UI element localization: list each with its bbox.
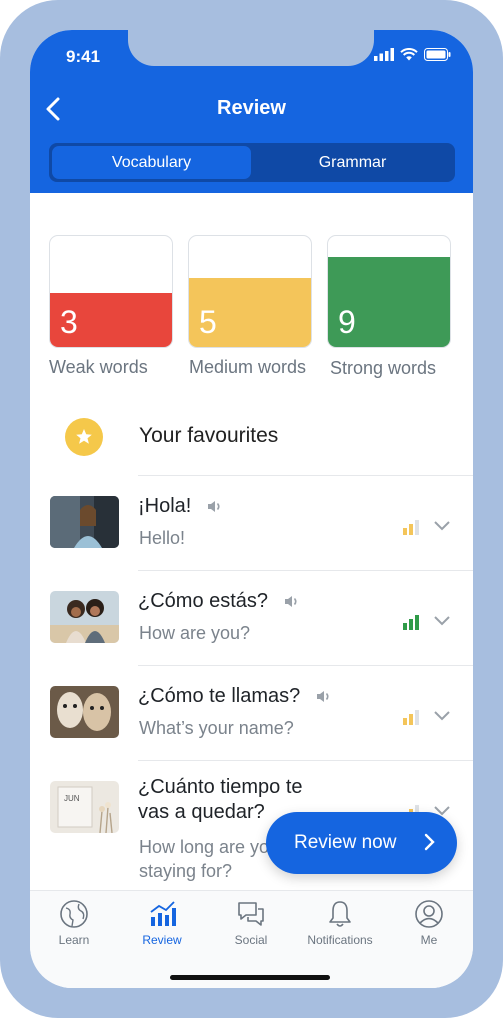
phrase-spanish: ¡Hola! [138,494,358,519]
battery-icon [424,48,451,61]
tab-vocabulary[interactable]: Vocabulary [52,146,251,179]
bar-chart-icon [150,901,176,926]
star-icon [65,418,103,456]
chat-icon [238,902,264,926]
strength-indicator [403,709,421,725]
medium-words-count: 5 [199,304,217,340]
nav-notifications-label: Notifications [307,933,373,947]
favourites-row[interactable]: Your favourites [30,410,473,475]
phrase-row-hola[interactable]: ¡Hola! Hello! [30,476,473,571]
weak-words-label: Weak words [49,357,148,377]
nav-learn[interactable]: Learn [30,899,118,947]
favourites-label: Your favourites [139,424,279,447]
home-indicator[interactable] [170,975,330,980]
tab-grammar[interactable]: Grammar [253,146,452,179]
nav-me[interactable]: Me [385,899,473,947]
chevron-down-icon[interactable] [433,615,451,627]
speaker-icon[interactable] [207,500,223,513]
medium-words-card[interactable]: 5 [188,235,312,348]
phrase-english: What’s your name? [139,718,294,738]
nav-learn-label: Learn [58,933,90,947]
nav-review[interactable]: Review [118,899,206,947]
device-notch [128,30,374,66]
speaker-icon[interactable] [284,595,300,608]
strength-indicator [403,519,421,535]
bell-icon [329,901,351,927]
segmented-control: Vocabulary Grammar [49,143,455,182]
strong-words-label: Strong words [330,358,437,378]
review-now-button[interactable]: Review now [266,812,457,874]
phrase-thumbnail-hola [50,496,119,548]
globe-icon [60,900,88,928]
chevron-right-icon [424,833,435,851]
phrase-spanish: ¿Cómo te llamas? [138,684,358,709]
strength-indicator [403,614,421,630]
status-icons [374,48,451,61]
weak-words-card[interactable]: 3 [49,235,173,348]
nav-social-label: Social [234,933,268,947]
phrase-spanish: ¿Cómo estás? [138,589,358,614]
nav-social[interactable]: Social [207,899,295,947]
phrase-thumbnail-como-estas [50,591,119,643]
weak-words-count: 3 [60,304,78,340]
speaker-icon[interactable] [316,690,332,703]
status-time: 9:41 [66,47,101,66]
phrase-thumbnail-cuanto-tiempo: JUN [50,781,119,833]
chevron-down-icon[interactable] [433,710,451,722]
nav-review-label: Review [142,933,182,947]
nav-notifications[interactable]: Notifications [296,899,384,947]
chevron-down-icon[interactable] [433,520,451,532]
app-screen: 9:41 Review Vocabulary Grammar 3 Weak wo… [30,30,473,988]
phrase-english: Hello! [139,528,186,548]
medium-words-label: Medium words [189,357,307,377]
profile-icon [415,900,443,928]
review-now-label: Review now [294,832,397,853]
page-title: Review [217,97,286,119]
phrase-row-como-te-llamas[interactable]: ¿Cómo te llamas? What’s your name? [30,666,473,761]
phrase-row-como-estas[interactable]: ¿Cómo estás? How are you? [30,571,473,666]
strong-words-count: 9 [338,304,356,340]
phrase-english: How are you? [139,623,251,643]
bottom-tab-bar: Learn Review Social Notifications Me [30,890,473,988]
phrase-thumbnail-como-te-llamas [50,686,119,738]
svg-text:JUN: JUN [64,794,80,803]
wifi-icon [400,48,418,61]
nav-me-label: Me [420,933,438,947]
header: 9:41 Review Vocabulary Grammar [30,30,473,193]
strong-words-card[interactable]: 9 [327,235,451,348]
cellular-signal-icon [374,48,394,61]
